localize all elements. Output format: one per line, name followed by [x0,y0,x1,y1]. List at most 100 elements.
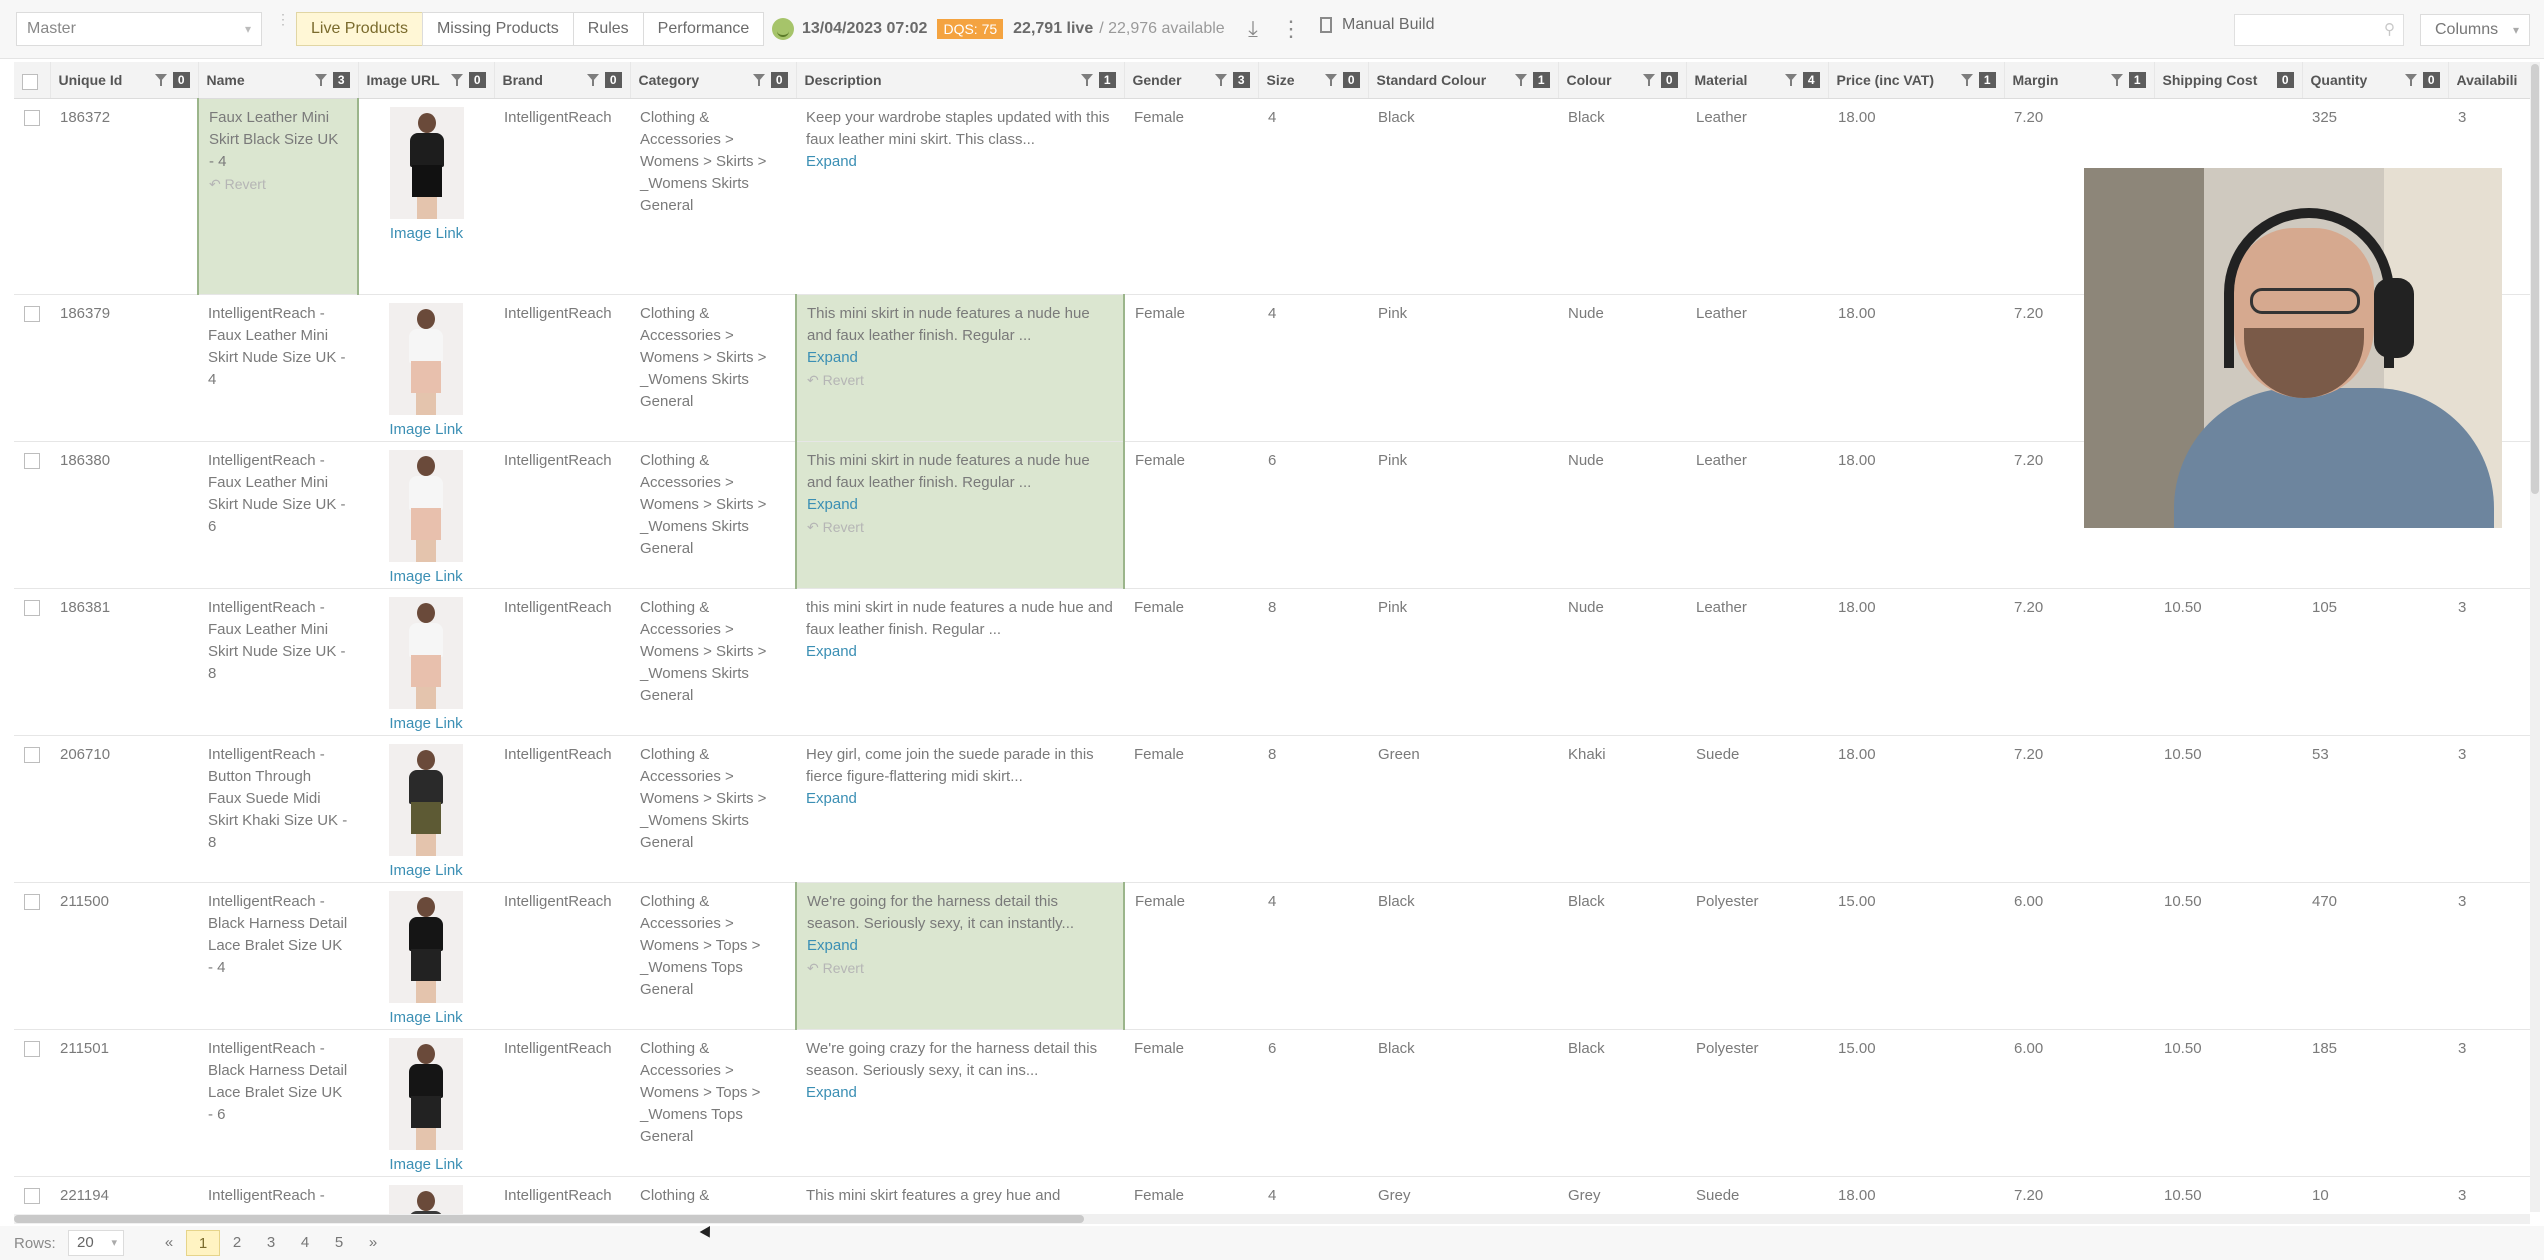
rows-per-page-select[interactable]: 20 ▾ [68,1230,124,1256]
page-button-2[interactable]: 2 [220,1230,254,1256]
filter-icon[interactable] [450,74,463,86]
row-checkbox[interactable] [24,1041,40,1057]
select-all-checkbox[interactable] [22,73,38,90]
columns-dropdown[interactable]: Columns ▾ [2420,14,2530,46]
name-cell[interactable]: IntelligentReach - Faux Leather Mini Ski… [198,294,358,442]
description-cell[interactable]: This mini skirt in nude features a nude … [795,441,1125,589]
page-button-5[interactable]: 5 [322,1230,356,1256]
revert-link[interactable]: ↶ Revert [807,957,1113,979]
expand-link[interactable]: Expand [806,151,1114,173]
filter-icon[interactable] [1784,74,1797,86]
image-link[interactable]: Image Link [368,1154,484,1176]
name-cell[interactable]: IntelligentReach - Black Harness Detail … [198,882,358,1030]
name-cell[interactable]: IntelligentReach - Faux Leather Mini Ski… [198,441,358,589]
filter-icon[interactable] [1642,74,1655,86]
filter-icon[interactable] [1514,74,1527,86]
expand-link[interactable]: Expand [807,494,1113,516]
expand-link[interactable]: Expand [807,347,1113,369]
table-row[interactable]: 211500 IntelligentReach - Black Harness D… [14,882,2530,1030]
name-cell[interactable]: IntelligentReach - Button Through Faux S… [198,735,358,883]
download-icon[interactable]: ⤓ [1240,14,1266,44]
column-header[interactable]: Description 1 [796,62,1125,99]
filter-icon[interactable] [1080,74,1093,86]
filter-icon[interactable] [2110,74,2123,86]
name-cell[interactable]: Faux Leather Mini Skirt Black Size UK - … [197,98,359,295]
expand-link[interactable]: Expand [807,935,1113,957]
row-checkbox[interactable] [24,453,40,469]
description-cell[interactable]: Hey girl, come join the suede parade in … [796,735,1124,883]
more-options-icon[interactable]: ⋮ [1278,14,1304,44]
vertical-scrollbar-thumb[interactable] [2531,64,2539,494]
tab-performance[interactable]: Performance [642,12,765,46]
column-header[interactable]: Availabili [2448,62,2530,99]
filter-icon[interactable] [314,74,327,86]
category-cell: Clothing & Accessories > Womens > Skirts… [630,98,796,295]
expand-link[interactable]: Expand [806,641,1114,663]
revert-link[interactable]: ↶ Revert [807,516,1113,538]
search-input[interactable]: ⚲ [2234,14,2404,46]
description-cell[interactable]: this mini skirt in nude features a nude … [796,588,1124,736]
standard-colour-cell: Black [1368,1029,1558,1177]
row-checkbox[interactable] [24,747,40,763]
column-header[interactable]: Gender 3 [1124,62,1259,99]
column-header[interactable]: Margin 1 [2004,62,2155,99]
page-button-4[interactable]: 4 [288,1230,322,1256]
column-header[interactable]: Image URL 0 [358,62,495,99]
table-row[interactable]: 206710 IntelligentReach - Button Through … [14,735,2530,883]
filter-icon[interactable] [1214,74,1227,86]
filter-icon[interactable] [586,74,599,86]
row-checkbox[interactable] [24,600,40,616]
column-header[interactable]: Category 0 [630,62,797,99]
vertical-scrollbar[interactable] [2530,62,2540,1212]
horizontal-scrollbar-thumb[interactable] [14,1215,1084,1223]
row-checkbox[interactable] [24,1188,40,1204]
tab-rules[interactable]: Rules [572,12,644,46]
description-cell[interactable]: We're going for the harness detail this … [795,882,1125,1030]
row-checkbox[interactable] [24,894,40,910]
next-page-button[interactable]: » [356,1230,390,1256]
image-link[interactable]: Image Link [368,419,484,441]
name-cell[interactable]: IntelligentReach - Black Harness Detail … [198,1029,358,1177]
column-header[interactable]: Unique Id 0 [50,62,199,99]
column-header[interactable]: Name 3 [198,62,359,99]
page-button-3[interactable]: 3 [254,1230,288,1256]
table-row[interactable]: 186381 IntelligentReach - Faux Leather Mi… [14,588,2530,736]
column-header[interactable]: Size 0 [1258,62,1369,99]
revert-link[interactable]: ↶ Revert [209,173,347,195]
horizontal-scrollbar[interactable] [14,1214,2530,1224]
manual-build-button[interactable]: Manual Build [1320,16,1435,34]
column-header[interactable]: Shipping Cost 0 [2154,62,2303,99]
image-link[interactable]: Image Link [368,566,484,588]
column-header[interactable]: Standard Colour 1 [1368,62,1559,99]
filter-icon[interactable] [1324,74,1337,86]
column-header[interactable]: Brand 0 [494,62,631,99]
image-link[interactable]: Image Link [369,223,484,245]
expand-link[interactable]: Expand [806,788,1114,810]
view-select[interactable]: Master ▾ [16,12,262,46]
filter-icon[interactable] [1960,74,1973,86]
description-cell[interactable]: Keep your wardrobe staples updated with … [796,98,1124,295]
revert-link[interactable]: ↶ Revert [807,369,1113,391]
column-header[interactable]: Quantity 0 [2302,62,2449,99]
column-header[interactable]: Colour 0 [1558,62,1687,99]
filter-icon[interactable] [154,74,167,86]
filter-icon[interactable] [2404,74,2417,86]
name-cell[interactable]: IntelligentReach - Faux Leather Mini Ski… [198,588,358,736]
tab-missing-products[interactable]: Missing Products [421,12,574,46]
image-link[interactable]: Image Link [368,1007,484,1029]
drag-handle-icon[interactable]: ⋮ [276,12,290,44]
column-header[interactable]: Material 4 [1686,62,1829,99]
filter-icon[interactable] [752,74,765,86]
prev-page-button[interactable]: « [152,1230,186,1256]
column-header[interactable]: Price (inc VAT) 1 [1828,62,2005,99]
image-link[interactable]: Image Link [368,713,484,735]
tab-live-products[interactable]: Live Products [296,12,423,46]
page-button-1[interactable]: 1 [186,1230,220,1256]
image-link[interactable]: Image Link [368,860,484,882]
table-row[interactable]: 211501 IntelligentReach - Black Harness D… [14,1029,2530,1177]
description-cell[interactable]: This mini skirt in nude features a nude … [795,294,1125,442]
row-checkbox[interactable] [24,306,40,322]
expand-link[interactable]: Expand [806,1082,1114,1104]
row-checkbox[interactable] [24,110,40,126]
description-cell[interactable]: We're going crazy for the harness detail… [796,1029,1124,1177]
